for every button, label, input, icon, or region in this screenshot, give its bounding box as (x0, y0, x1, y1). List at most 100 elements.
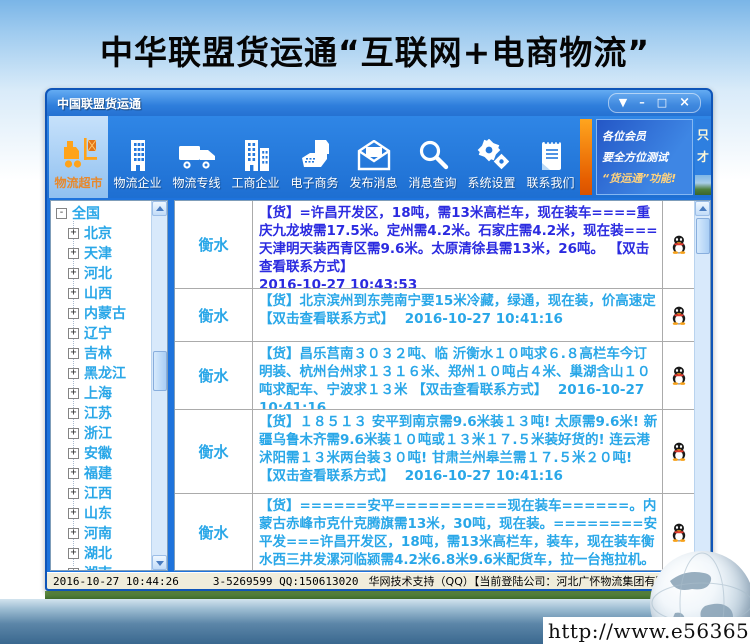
message-cell[interactable]: 【货】昌乐莒南３０３２吨、临 沂衡水１０吨求６.８高栏车今订明装、杭州台州求１３… (253, 342, 663, 409)
qq-penguin-icon (671, 366, 687, 385)
expand-plus-icon[interactable]: + (68, 528, 79, 539)
expand-plus-icon[interactable]: + (68, 508, 79, 519)
tree-label: 福建 (84, 463, 112, 483)
tree-label: 山西 (84, 283, 112, 303)
expand-plus-icon[interactable]: + (68, 268, 79, 279)
maximize-icon[interactable]: □ (657, 95, 667, 111)
tree-item-province[interactable]: +江苏 (51, 403, 152, 423)
tree-label: 全国 (72, 203, 100, 223)
close-icon[interactable]: × (679, 95, 690, 111)
site-url-box: http://www.e56365.com (543, 617, 750, 644)
toolbar-item-ecommerce[interactable]: 电子商务 (285, 116, 344, 198)
tree-label: 黑龙江 (84, 363, 126, 383)
tree-item-province[interactable]: +江西 (51, 483, 152, 503)
status-bar: 2016-10-27 10:44:26 3-5269599 QQ:1506130… (47, 572, 711, 589)
tree-item-province[interactable]: + 福建 (51, 463, 152, 483)
message-list: 衡水 【货】=许昌开发区，18吨，需13米高栏车，现在装车====重庆九龙坡需1… (175, 201, 695, 570)
message-cell[interactable]: 【货】１８５１３ 安平到南京需9.6米装１３吨! 太原需9.6米! 新疆乌鲁木齐… (253, 410, 663, 493)
expand-plus-icon[interactable]: + (68, 328, 79, 339)
tree-item-province[interactable]: +天津 (51, 243, 152, 263)
message-origin: 衡水 (175, 410, 253, 493)
toolbar-item-logistics-company[interactable]: 物流企业 (108, 116, 167, 198)
qq-contact-cell[interactable] (663, 201, 695, 288)
qq-contact-cell[interactable] (663, 410, 695, 493)
skin-menu-icon[interactable]: ▼ (619, 95, 627, 111)
expand-plus-icon[interactable]: + (68, 408, 79, 419)
scroll-up-icon[interactable] (152, 201, 167, 216)
message-origin: 衡水 (175, 289, 253, 341)
expand-plus-icon[interactable]: + (68, 388, 79, 399)
collapse-minus-icon[interactable]: - (56, 208, 67, 219)
tree-label: 湖南 (84, 563, 112, 570)
tree-item-province[interactable]: +浙江 (51, 423, 152, 443)
scroll-up-icon[interactable] (695, 201, 710, 216)
toolbar-item-logistics-supermarket[interactable]: 物流超市 (49, 116, 108, 198)
expand-plus-icon[interactable]: + (68, 228, 79, 239)
region-tree: -全国 +北京 +天津 +河北 + 山西 + 内蒙古 +辽宁 + 吉林 + 黑龙江 +上… (51, 201, 152, 570)
expand-plus-icon[interactable]: + (68, 488, 79, 499)
ticker-photo (695, 175, 711, 195)
expand-plus-icon[interactable]: + (68, 448, 79, 459)
toolbar-label: 电子商务 (290, 174, 338, 191)
qq-contact-cell[interactable] (663, 342, 695, 409)
tree-item-province[interactable]: +上海 (51, 383, 152, 403)
table-scroll-thumb[interactable] (696, 218, 710, 254)
expand-plus-icon[interactable]: + (68, 348, 79, 359)
table-row[interactable]: 衡水 【货】昌乐莒南３０３２吨、临 沂衡水１０吨求６.８高栏车今订明装、杭州台州… (175, 342, 695, 410)
tree-label: 内蒙古 (84, 303, 126, 323)
tree-item-province[interactable]: + 黑龙江 (51, 363, 152, 383)
toolbar-item-contact-us[interactable]: 联系我们 (521, 116, 580, 198)
toolbar-item-logistics-line[interactable]: 物流专线 (167, 116, 226, 198)
main-toolbar: 物流超市 物流企业 物流 (47, 116, 711, 198)
status-time: 2016-10-27 10:44:26 (53, 575, 179, 588)
table-row[interactable]: 衡水 【货】=许昌开发区，18吨，需13米高栏车，现在装车====重庆九龙坡需1… (175, 201, 695, 289)
qq-penguin-icon (671, 523, 687, 542)
tree-item-province[interactable]: + 山西 (51, 283, 152, 303)
tree-item-province[interactable]: +河南 (51, 523, 152, 543)
app-window: 中国联盟货运通 ▼ – □ × 物流超市 (45, 88, 713, 591)
toolbar-item-system-settings[interactable]: 系统设置 (462, 116, 521, 198)
table-row[interactable]: 衡水 【货】======安平==========现在装车======。内蒙古赤峰… (175, 494, 695, 571)
expand-plus-icon[interactable]: + (68, 428, 79, 439)
tree-item-province[interactable]: + 湖南 (51, 563, 152, 570)
tree-item-province[interactable]: + 内蒙古 (51, 303, 152, 323)
expand-plus-icon[interactable]: + (68, 368, 79, 379)
tree-item-province[interactable]: +山东 (51, 503, 152, 523)
promo-line: 要全方位测试 (602, 147, 692, 168)
scroll-down-icon[interactable] (152, 555, 167, 570)
tree-item-province[interactable]: +湖北 (51, 543, 152, 563)
tree-item-province[interactable]: +辽宁 (51, 323, 152, 343)
tree-item-province[interactable]: + 吉林 (51, 343, 152, 363)
message-cell[interactable]: 【货】=许昌开发区，18吨，需13米高栏车，现在装车====重庆九龙坡需17.5… (253, 201, 663, 288)
minimize-icon[interactable]: – (639, 95, 645, 111)
page-title: 中华联盟货运通“互联网+电商物流” (0, 26, 750, 74)
message-cell[interactable]: 【货】北京滨州到东莞南宁要15米冷藏，绿通，现在装，价高速定 【双击查看联系方式… (253, 289, 663, 341)
toolbar-item-publish-message[interactable]: 发布消息 (344, 116, 403, 198)
expand-plus-icon[interactable]: + (68, 308, 79, 319)
notepad-icon (536, 127, 566, 171)
tree-label: 吉林 (84, 343, 112, 363)
window-titlebar: 中国联盟货运通 ▼ – □ × (47, 90, 711, 116)
tree-scrollbar[interactable] (151, 201, 167, 570)
tree-item-province[interactable]: +安徽 (51, 443, 152, 463)
table-row[interactable]: 衡水 【货】１８５１３ 安平到南京需9.6米装１３吨! 太原需9.6米! 新疆乌… (175, 410, 695, 494)
qq-contact-cell[interactable] (663, 289, 695, 341)
message-cell[interactable]: 【货】======安平==========现在装车======。内蒙古赤峰市克什… (253, 494, 663, 570)
tree-item-province[interactable]: +河北 (51, 263, 152, 283)
expand-plus-icon[interactable]: + (68, 288, 79, 299)
expand-plus-icon[interactable]: + (68, 248, 79, 259)
toolbar-label: 系统设置 (467, 174, 515, 191)
message-text: 【货】=许昌开发区，18吨，需13米高栏车，现在装车====重庆九龙坡需17.5… (259, 205, 658, 275)
tree-item-national[interactable]: -全国 (51, 203, 152, 223)
expand-plus-icon[interactable]: + (68, 548, 79, 559)
toolbar-item-commerce-company[interactable]: 工商企业 (226, 116, 285, 198)
toolbar-item-message-query[interactable]: 消息查询 (403, 116, 462, 198)
tree-item-province[interactable]: +北京 (51, 223, 152, 243)
tree-scroll-thumb[interactable] (153, 351, 167, 391)
expand-plus-icon[interactable]: + (68, 568, 79, 571)
table-scrollbar[interactable] (694, 201, 710, 570)
truck-icon (177, 127, 217, 171)
expand-plus-icon[interactable]: + (68, 468, 79, 479)
status-phone-qq: 3-5269599 QQ:150613020 (213, 575, 359, 588)
table-row[interactable]: 衡水 【货】北京滨州到东莞南宁要15米冷藏，绿通，现在装，价高速定 【双击查看联… (175, 289, 695, 342)
